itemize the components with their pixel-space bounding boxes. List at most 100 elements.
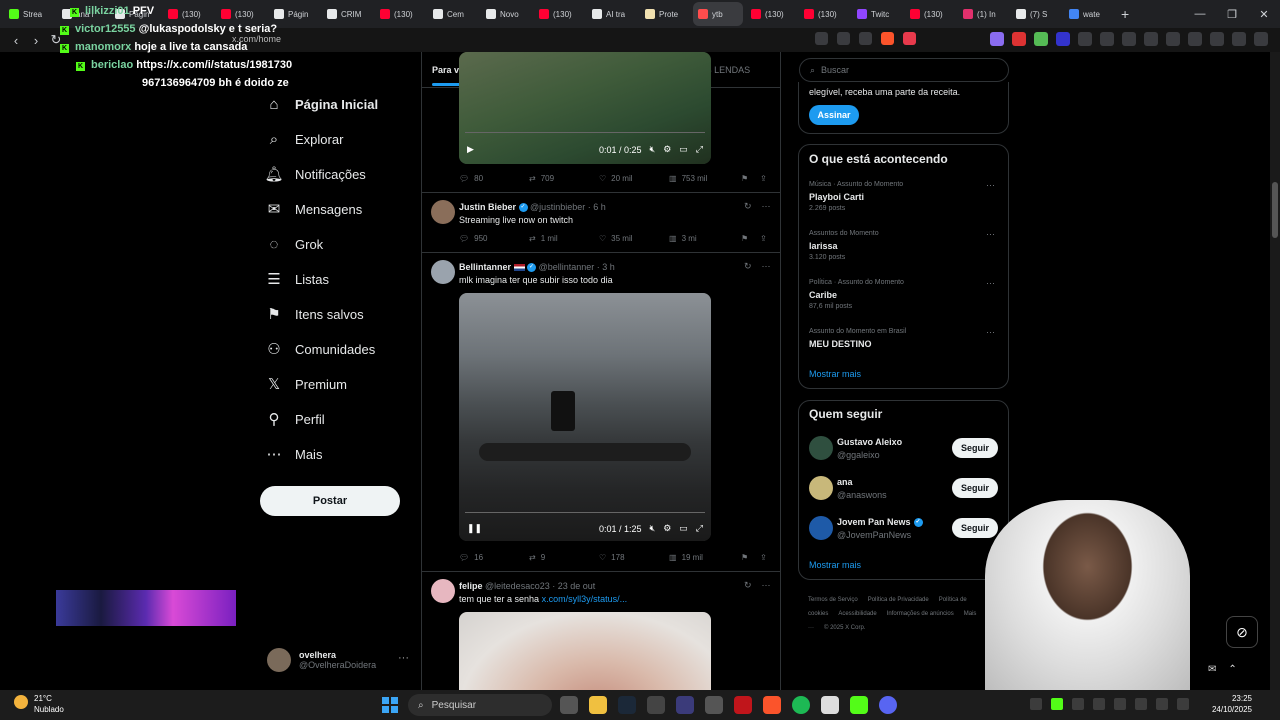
repost-button[interactable]: ⇄ 709	[529, 174, 599, 183]
avatar[interactable]	[431, 200, 455, 224]
reply-button[interactable]: 💬︎ 80	[459, 174, 529, 183]
zoom-icon[interactable]	[837, 32, 850, 45]
video-progress[interactable]	[465, 512, 705, 513]
trend-name[interactable]: Playboi Carti	[809, 192, 864, 202]
brave-shield-icon[interactable]	[881, 32, 894, 45]
subscribe-button[interactable]: Assinar	[809, 105, 859, 125]
bookmark-icon[interactable]: ⚑	[741, 553, 748, 562]
browser-tab[interactable]: (130)	[799, 2, 849, 26]
nav-item-home[interactable]: ⌂ Página Inicial	[266, 96, 378, 113]
nav-item-bell[interactable]: 🔔︎ Notificações	[264, 166, 365, 183]
share-icon[interactable]: ⇪	[760, 174, 767, 183]
views-button[interactable]: ▥ 19 mil	[669, 553, 739, 562]
share-icon[interactable]: ⇪	[760, 234, 767, 243]
follow-button[interactable]: Seguir	[952, 478, 998, 498]
bookmark-icon[interactable]: ⚑	[741, 234, 748, 243]
search-input[interactable]: ⌕ Buscar	[799, 58, 1009, 82]
fullscreen-icon[interactable]: ⤢	[696, 144, 703, 155]
leo-icon[interactable]	[1210, 32, 1224, 46]
mute-icon[interactable]: 🔇︎	[650, 144, 656, 155]
like-button[interactable]: ♡ 35 mil	[599, 234, 669, 243]
wallet-icon[interactable]	[1188, 32, 1202, 46]
browser-tab[interactable]: (1) In	[958, 2, 1008, 26]
browser-tab[interactable]: Twitc	[852, 2, 902, 26]
chevron-up-icon[interactable]: ⌃	[1228, 664, 1236, 675]
avatar[interactable]	[809, 476, 833, 500]
media-icon[interactable]	[1144, 32, 1158, 46]
mute-icon[interactable]: 🔇︎	[650, 523, 656, 534]
pip-icon[interactable]: ▭	[679, 523, 688, 534]
avatar[interactable]	[809, 436, 833, 460]
trends-show-more[interactable]: Mostrar mais	[809, 369, 861, 379]
nav-item-mail[interactable]: ✉ Mensagens	[266, 201, 363, 218]
extension-icon[interactable]	[1100, 32, 1114, 46]
scrollbar-thumb[interactable]	[1272, 182, 1278, 238]
avatar[interactable]	[431, 579, 455, 603]
weather-widget[interactable]: 21°C Nublado	[14, 693, 64, 715]
trend-name[interactable]: larissa	[809, 241, 838, 251]
avatar[interactable]	[809, 516, 833, 540]
pause-icon[interactable]: ❚❚	[467, 523, 482, 534]
puzzle-icon[interactable]	[1078, 32, 1092, 46]
browser-tab[interactable]: AI tra	[587, 2, 637, 26]
maximize-icon[interactable]: ❐	[1216, 0, 1248, 28]
browser-tab[interactable]: (7) S	[1011, 2, 1061, 26]
nav-item-x-logo[interactable]: 𝕏 Premium	[266, 376, 347, 393]
windows-start-icon[interactable]	[382, 697, 398, 713]
tweet-link[interactable]: x.com/syll3y/status/...	[542, 594, 628, 604]
nav-item-more[interactable]: ⋯ Mais	[266, 446, 323, 463]
forward-icon[interactable]: ›	[26, 33, 46, 48]
grok-icon[interactable]: ↻	[744, 261, 752, 272]
author-handle[interactable]: @leitedesaco23	[485, 581, 550, 591]
file-icon[interactable]	[821, 696, 839, 714]
brave-rewards-icon[interactable]	[903, 32, 916, 45]
repost-button[interactable]: ⇄ 9	[529, 553, 599, 562]
footer-link[interactable]: © 2025 X Corp.	[824, 625, 865, 631]
account-more-icon[interactable]: ···	[398, 652, 409, 664]
more-icon[interactable]: ⋯	[986, 180, 995, 191]
tray-icon[interactable]	[1135, 698, 1147, 710]
video-player[interactable]: ▶ 0:01 / 0:25 🔇︎ ⚙ ▭ ⤢	[459, 52, 711, 164]
follow-button[interactable]: Seguir	[952, 518, 998, 538]
reply-button[interactable]: 💬︎ 16	[459, 553, 529, 562]
screen-icon[interactable]	[815, 32, 828, 45]
extension-icon[interactable]	[1012, 32, 1026, 46]
volume-icon[interactable]	[1177, 698, 1189, 710]
like-button[interactable]: ♡ 178	[599, 553, 669, 562]
share-icon[interactable]: ⇪	[760, 553, 767, 562]
settings-icon[interactable]: ⚙	[663, 144, 671, 155]
tray-icon[interactable]	[1051, 698, 1063, 710]
post-button[interactable]: Postar	[260, 486, 400, 516]
author-handle[interactable]: @bellintanner	[539, 262, 595, 272]
tweet-time[interactable]: · 23 de out	[552, 581, 595, 591]
browser-tab[interactable]: Strea	[4, 2, 54, 26]
like-button[interactable]: ♡ 20 mil	[599, 174, 669, 183]
browser-tab[interactable]: (130)	[746, 2, 796, 26]
tray-icon[interactable]	[1114, 698, 1126, 710]
clock[interactable]: 23:25 24/10/2025	[1208, 693, 1252, 715]
discord-icon[interactable]	[879, 696, 897, 714]
author-name[interactable]: Justin Bieber	[459, 202, 516, 212]
bluetooth-icon[interactable]	[1093, 698, 1105, 710]
file-explorer-icon[interactable]	[589, 696, 607, 714]
opera-icon[interactable]	[734, 696, 752, 714]
tweet-time[interactable]: · 3 h	[597, 262, 615, 272]
browser-tab[interactable]: wate	[1064, 2, 1114, 26]
follow-suggestion-name[interactable]: Gustavo Aleixo	[837, 437, 902, 447]
follow-button[interactable]: Seguir	[952, 438, 998, 458]
nav-item-communities[interactable]: ⚇ Comunidades	[266, 341, 375, 358]
new-tab-icon[interactable]: +	[1121, 6, 1129, 22]
spotify-icon[interactable]	[792, 696, 810, 714]
app-icon[interactable]	[676, 696, 694, 714]
author-handle[interactable]: @justinbieber	[530, 202, 585, 212]
who-show-more[interactable]: Mostrar mais	[809, 560, 861, 570]
kick-icon[interactable]	[850, 696, 868, 714]
tray-icon[interactable]	[1072, 698, 1084, 710]
tray-icon[interactable]	[1030, 698, 1042, 710]
menu-icon[interactable]	[1254, 32, 1268, 46]
browser-tab[interactable]: Novo	[481, 2, 531, 26]
avatar[interactable]	[431, 260, 455, 284]
follow-suggestion-name[interactable]: ana	[837, 477, 853, 487]
fullscreen-icon[interactable]: ⤢	[696, 523, 703, 534]
account-switcher[interactable]: ovelhera @OvelheraDoidera	[267, 648, 376, 672]
